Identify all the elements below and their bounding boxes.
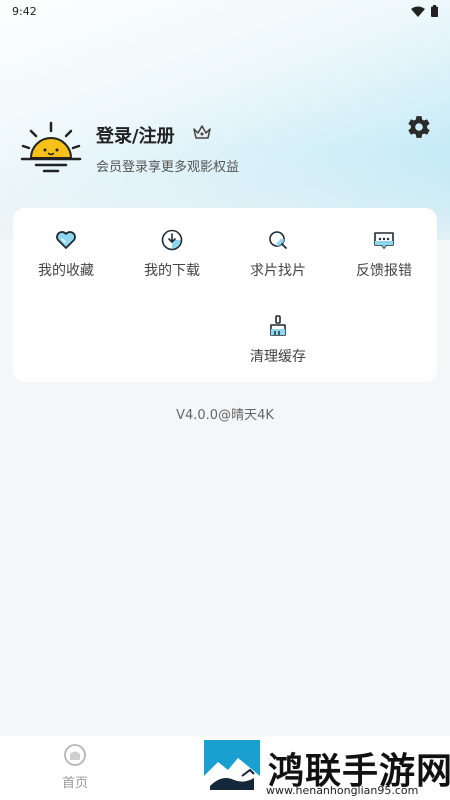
menu-item-favorites[interactable]: 我的收藏 — [13, 228, 119, 298]
battery-icon — [431, 5, 438, 17]
nav-label-home: 首页 — [61, 776, 88, 791]
menu-label-downloads: 我的下载 — [144, 263, 200, 279]
crown-icon — [193, 125, 211, 139]
heart-icon — [56, 231, 76, 249]
settings-gear-icon[interactable] — [406, 114, 432, 140]
search-icon — [269, 231, 287, 249]
wifi-icon — [411, 6, 425, 17]
menu-label-feedback: 反馈报错 — [356, 263, 412, 279]
home-tab-icon — [64, 744, 86, 766]
feature-menu-card: 我的收藏 我的下载 求片找片 反馈报错 清理缓存 — [13, 208, 437, 382]
menu-item-feedback[interactable]: 反馈报错 — [331, 228, 437, 298]
menu-label-favorites: 我的收藏 — [38, 263, 94, 279]
broom-icon — [270, 315, 286, 336]
menu-item-request-movie[interactable]: 求片找片 — [225, 228, 331, 298]
feedback-icon — [374, 232, 394, 249]
status-icons — [411, 5, 438, 17]
watermark-url: www.henanhonglian95.com — [266, 784, 419, 797]
download-icon — [161, 229, 183, 251]
profile-section[interactable]: 登录/注册 会员登录享更多观影权益 — [18, 112, 432, 182]
menu-item-downloads[interactable]: 我的下载 — [119, 228, 225, 298]
login-subtitle: 会员登录享更多观影权益 — [96, 160, 240, 175]
nav-tab-home[interactable]: 首页 — [40, 744, 110, 796]
login-register-link[interactable]: 登录/注册 — [96, 122, 175, 148]
status-bar: 9:42 — [0, 0, 450, 22]
menu-item-clear-cache[interactable]: 清理缓存 — [225, 314, 331, 384]
sun-avatar-icon — [20, 121, 82, 173]
app-version: V4.0.0@晴天4K — [176, 408, 274, 423]
status-time: 9:42 — [12, 4, 37, 18]
watermark-overlay: 鸿联手游网 www.henanhonglian95.com — [202, 740, 450, 800]
menu-label-clear-cache: 清理缓存 — [250, 349, 306, 365]
watermark-logo-icon — [204, 740, 260, 796]
menu-label-request-movie: 求片找片 — [250, 263, 306, 279]
